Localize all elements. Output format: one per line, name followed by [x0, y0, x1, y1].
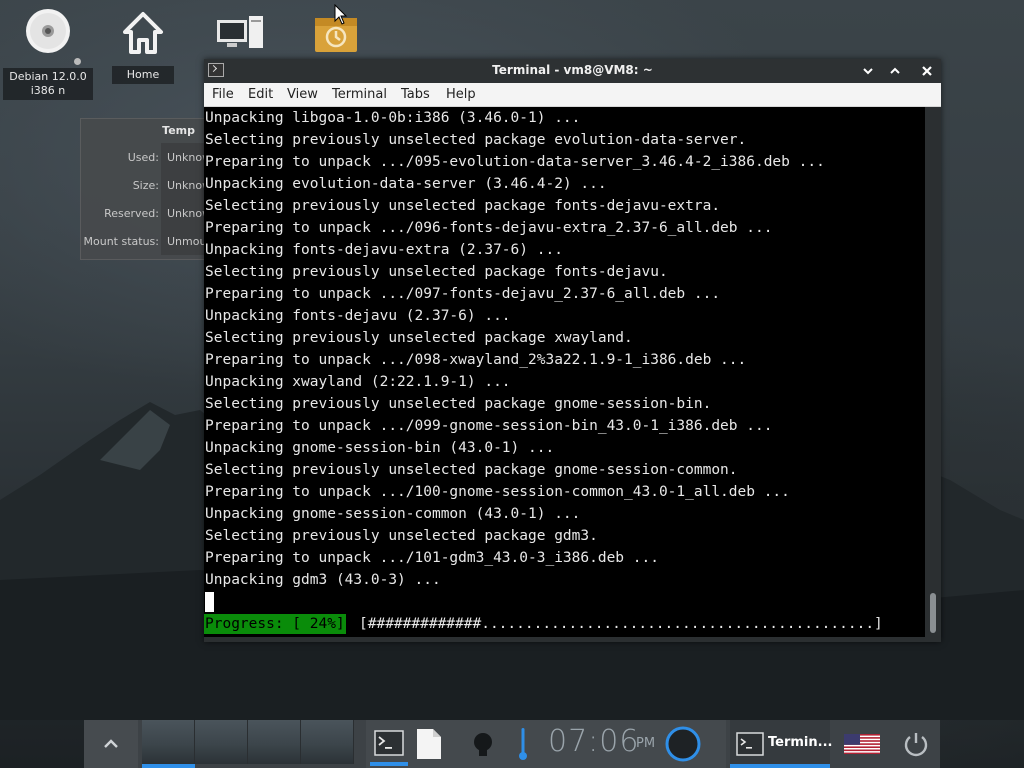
desktop-icon-label: Debian 12.0.0 i386 n — [3, 68, 93, 100]
terminal-line: Selecting previously unselected package … — [205, 330, 633, 346]
workspace-4[interactable] — [301, 720, 354, 764]
desktop-icon-package[interactable] — [312, 4, 360, 54]
terminal-line: Preparing to unpack .../095-evolution-da… — [205, 154, 825, 170]
desktop-icon-label: Home — [112, 66, 174, 84]
ring-icon — [665, 726, 701, 762]
thermometer-icon — [519, 728, 527, 760]
taskbar: 07:06 PM Termin... — [84, 720, 940, 768]
terminal-line: Unpacking evolution-data-server (3.46.4-… — [205, 176, 607, 192]
terminal-line: Unpacking fonts-dejavu (2.37-6) ... — [205, 308, 511, 324]
launcher-tray: 07:06 PM — [366, 720, 726, 768]
power-icon — [904, 733, 928, 757]
terminal-line: Unpacking gnome-session-common (43.0-1) … — [205, 506, 581, 522]
terminal-line: Unpacking libgoa-1.0-0b:i386 (3.46.0-1) … — [205, 110, 581, 126]
clock-ampm: PM — [636, 736, 656, 751]
terminal-line: Preparing to unpack .../100-gnome-sessio… — [205, 484, 790, 500]
scrollbar-thumb[interactable] — [930, 593, 936, 633]
terminal-icon — [374, 730, 404, 756]
document-icon — [417, 729, 441, 759]
terminal-line: Preparing to unpack .../098-xwayland_2%3… — [205, 352, 747, 368]
drive-info-key: Mount status: — [83, 235, 159, 248]
menu-view[interactable]: View — [287, 87, 318, 102]
task-active-indicator — [730, 764, 830, 768]
terminal-line: Unpacking gnome-session-bin (43.0-1) ... — [205, 440, 555, 456]
progress-label: Progress: [ 24%] — [204, 614, 346, 634]
progress-bar: [#############..........................… — [359, 616, 883, 632]
terminal-line: Preparing to unpack .../097-fonts-dejavu… — [205, 286, 721, 302]
window-menu-button[interactable] — [858, 61, 878, 81]
us-flag-icon — [844, 734, 880, 754]
menu-tabs[interactable]: Tabs — [401, 87, 430, 102]
terminal-line: Selecting previously unselected package … — [205, 132, 747, 148]
menu-terminal[interactable]: Terminal — [332, 87, 387, 102]
terminal-cursor — [205, 592, 214, 612]
terminal-line: Selecting previously unselected package … — [205, 396, 712, 412]
drive-info-key: Used: — [127, 151, 159, 164]
workspace-1[interactable] — [142, 720, 195, 764]
desktop-icon-computer[interactable] — [214, 14, 266, 52]
terminal-output[interactable]: Unpacking libgoa-1.0-0b:i386 (3.46.0-1) … — [204, 107, 925, 637]
close-icon — [922, 66, 932, 76]
show-desktop-button[interactable] — [84, 720, 138, 768]
workspace-3[interactable] — [248, 720, 301, 764]
terminal-line: Selecting previously unselected package … — [205, 528, 598, 544]
window-title: Terminal - vm8@VM8: ~ — [492, 63, 653, 77]
home-icon — [123, 12, 163, 54]
window-titlebar[interactable]: Terminal - vm8@VM8: ~ — [204, 59, 941, 83]
mount-indicator — [74, 58, 81, 65]
chevron-up-icon — [104, 739, 118, 748]
disc-icon — [26, 9, 70, 53]
terminal-icon — [736, 732, 764, 756]
maximize-button[interactable] — [885, 61, 905, 81]
menu-help[interactable]: Help — [446, 87, 476, 102]
clock-time[interactable]: 07:06 — [548, 724, 639, 759]
terminal-line: Selecting previously unselected package … — [205, 198, 721, 214]
terminal-scrollbar[interactable] — [925, 107, 941, 637]
workspace-2[interactable] — [195, 720, 248, 764]
file-launcher[interactable] — [414, 726, 444, 762]
terminal-launcher[interactable] — [370, 726, 408, 766]
close-button[interactable] — [917, 61, 937, 81]
desktop-icon-debian-disc[interactable]: Debian 12.0.0 i386 n — [3, 8, 93, 100]
chevron-down-icon — [863, 68, 873, 75]
terminal-line: Selecting previously unselected package … — [205, 264, 668, 280]
menu-file[interactable]: File — [212, 87, 234, 102]
terminal-line: Unpacking fonts-dejavu-extra (2.37-6) ..… — [205, 242, 563, 258]
drive-info-key: Size: — [132, 179, 159, 192]
keyboard-layout-button[interactable] — [834, 720, 890, 768]
terminal-window[interactable]: Terminal - vm8@VM8: ~ File Edit View Ter… — [204, 59, 941, 642]
lightbulb-launcher[interactable] — [468, 730, 498, 760]
task-label: Termin... — [768, 735, 833, 750]
thermometer-indicator[interactable] — [516, 726, 530, 762]
drive-info-key: Reserved: — [104, 207, 159, 220]
terminal-line: Unpacking gdm3 (43.0-3) ... — [205, 572, 441, 588]
terminal-line: Preparing to unpack .../099-gnome-sessio… — [205, 418, 773, 434]
terminal-line: Selecting previously unselected package … — [205, 462, 738, 478]
lightbulb-icon — [474, 733, 492, 756]
terminal-menubar: File Edit View Terminal Tabs Help — [204, 83, 941, 107]
computer-icon — [217, 16, 263, 48]
mouse-cursor-icon — [334, 4, 348, 25]
chevron-up-icon — [890, 67, 900, 74]
menu-edit[interactable]: Edit — [248, 87, 273, 102]
launcher-active-indicator — [370, 762, 408, 766]
activity-indicator[interactable] — [664, 725, 702, 763]
terminal-line: Unpacking xwayland (2:22.1.9-1) ... — [205, 374, 511, 390]
terminal-line: Preparing to unpack .../096-fonts-dejavu… — [205, 220, 773, 236]
taskbar-task-terminal[interactable]: Termin... — [730, 720, 833, 768]
terminal-line: Preparing to unpack .../101-gdm3_43.0-3_… — [205, 550, 659, 566]
workspace-active-indicator — [142, 764, 195, 768]
power-button[interactable] — [892, 720, 940, 768]
desktop-icon-home[interactable]: Home — [112, 10, 174, 84]
workspace-switcher[interactable] — [142, 720, 358, 768]
